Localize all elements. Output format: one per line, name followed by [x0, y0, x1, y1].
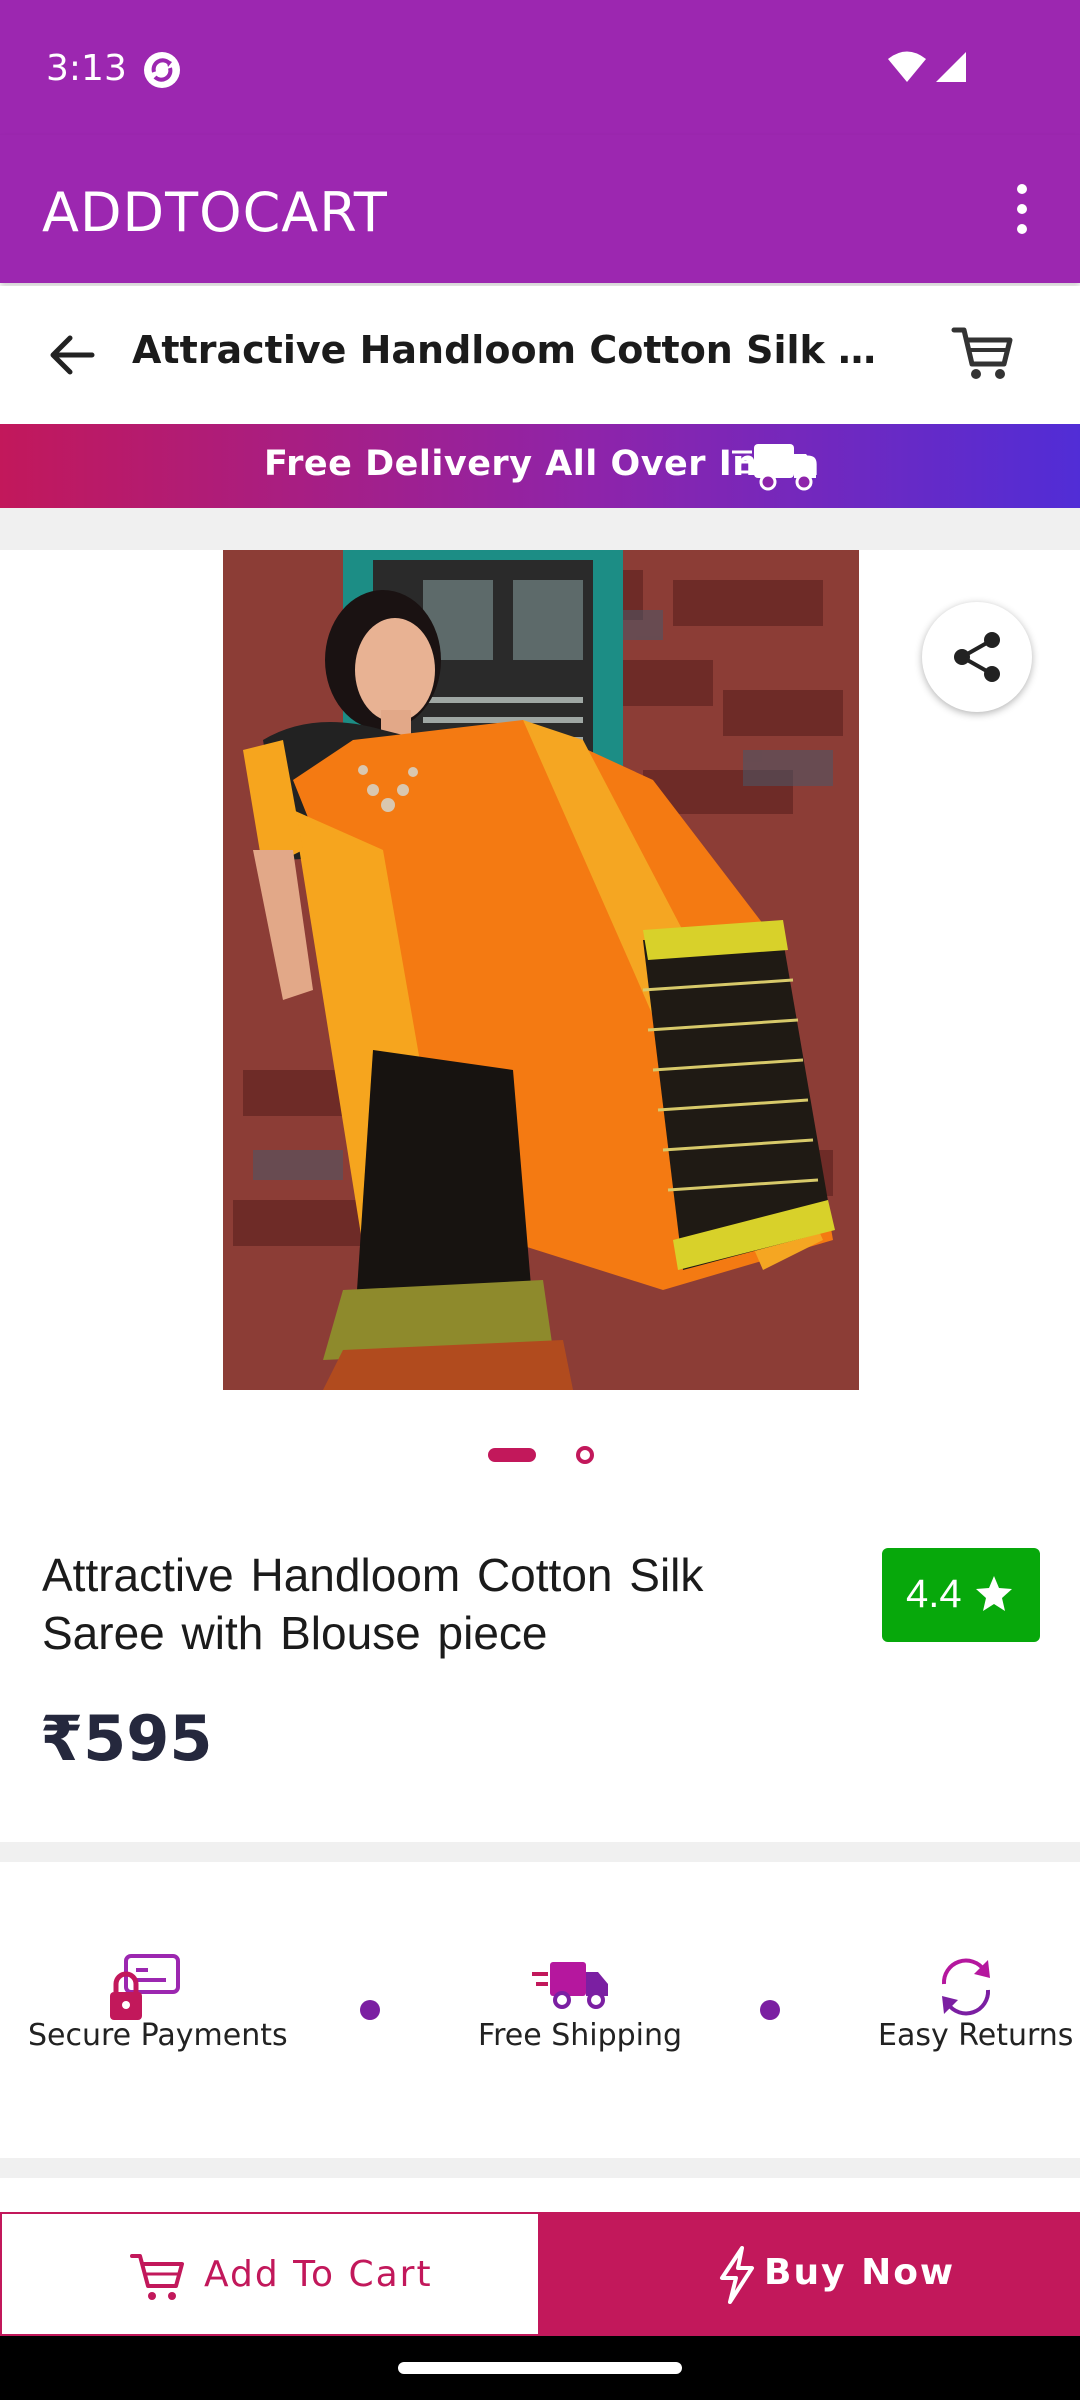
feature-easy-returns: Easy Returns — [860, 1862, 1080, 2158]
product-gallery[interactable] — [0, 550, 1080, 1500]
feature-label: Easy Returns — [878, 2018, 1074, 2053]
add-to-cart-label: Add To Cart — [204, 2254, 433, 2295]
home-indicator[interactable] — [398, 2362, 682, 2374]
buy-now-label: Buy Now — [764, 2252, 956, 2293]
feature-label: Free Shipping — [478, 2018, 683, 2053]
system-navigation-bar — [0, 2336, 1080, 2400]
cart-icon[interactable] — [950, 320, 1016, 386]
divider — [0, 508, 1080, 550]
rating-badge: 4.4 — [882, 1548, 1040, 1642]
sync-app-icon — [144, 52, 180, 88]
divider — [0, 1842, 1080, 1862]
free-delivery-banner: Free Delivery All Over India — [0, 424, 1080, 508]
product-price: ₹595 — [40, 1702, 213, 1775]
carousel-dot-active[interactable] — [488, 1448, 536, 1462]
product-image[interactable] — [223, 550, 859, 1390]
product-title: Attractive Handloom Cotton Silk Saree wi… — [42, 1549, 704, 1659]
star-icon — [976, 1576, 1012, 1611]
lightning-icon — [720, 2246, 754, 2304]
delivery-truck-icon — [732, 444, 816, 491]
product-header: Attractive Handloom Cotton Silk Sare... — [0, 286, 1080, 424]
app-title: ADDTOCART — [42, 181, 388, 244]
feature-highlights: Secure Payments Free Shipping Easy Retur… — [0, 1862, 1080, 2158]
signal-icon — [936, 52, 966, 82]
delivery-truck-icon — [532, 1962, 608, 2009]
add-to-cart-button[interactable]: Add To Cart — [0, 2212, 540, 2336]
app-bar: ADDTOCART — [0, 135, 1080, 283]
status-bar: 3:13 — [0, 0, 1080, 135]
separator-dot — [360, 2000, 380, 2020]
product-header-title: Attractive Handloom Cotton Silk Sare... — [132, 328, 892, 372]
back-arrow-icon[interactable] — [42, 326, 106, 384]
separator-dot — [760, 2000, 780, 2020]
share-icon — [954, 632, 1000, 682]
buy-now-button[interactable]: Buy Now — [540, 2212, 1080, 2336]
rating-value: 4.4 — [906, 1572, 962, 1616]
wifi-icon — [888, 51, 926, 82]
more-options-icon[interactable] — [1000, 177, 1044, 241]
feature-secure-payments: Secure Payments — [0, 1862, 290, 2158]
feature-label: Secure Payments — [28, 2018, 288, 2053]
divider — [0, 2158, 1080, 2178]
feature-free-shipping: Free Shipping — [430, 1862, 710, 2158]
saree-photo — [223, 550, 859, 1390]
secure-payment-icon — [110, 1954, 180, 2020]
status-time: 3:13 — [46, 48, 127, 89]
cart-icon — [130, 2254, 184, 2300]
carousel-dot[interactable] — [576, 1446, 594, 1464]
refresh-icon — [941, 1958, 991, 2016]
bottom-action-bar: Add To Cart Buy Now — [0, 2212, 1080, 2336]
share-button[interactable] — [922, 602, 1032, 712]
